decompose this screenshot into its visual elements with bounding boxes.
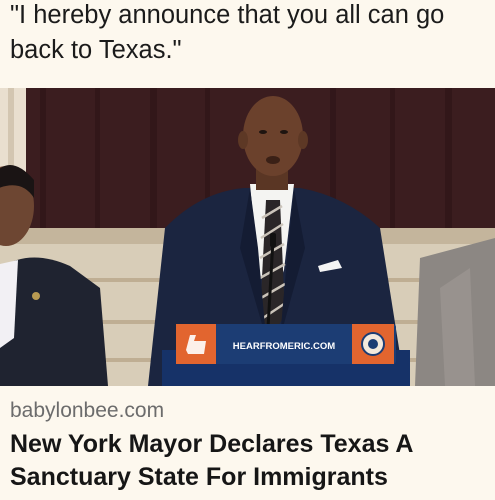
link-source-domain[interactable]: babylonbee.com — [10, 399, 164, 423]
press-conference-image: HEARFROMERIC.COM — [0, 88, 495, 386]
news-photo[interactable]: HEARFROMERIC.COM — [0, 88, 495, 386]
link-headline[interactable]: New York Mayor Declares Texas A Sanctuar… — [10, 428, 490, 494]
podium-sign-text: HEARFROMERIC.COM — [233, 341, 335, 352]
post-quote-text: "I hereby announce that you all can go b… — [10, 1, 445, 64]
